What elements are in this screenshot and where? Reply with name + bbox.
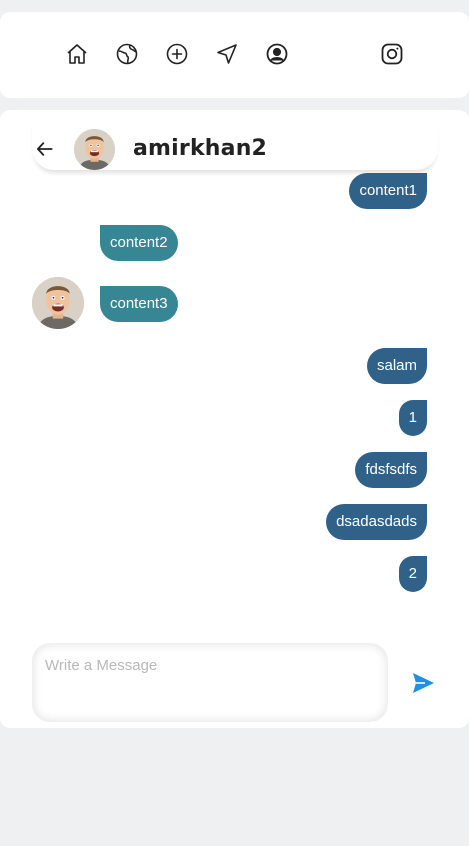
message-bubble-outgoing: fdsfsdfs <box>355 452 427 488</box>
home-icon[interactable] <box>64 41 90 67</box>
user-circle-icon[interactable] <box>264 41 290 67</box>
message-composer <box>32 643 388 722</box>
message-bubble-outgoing: dsadasdads <box>326 504 427 540</box>
back-arrow-icon[interactable] <box>34 138 56 160</box>
plus-circle-icon[interactable] <box>164 41 190 67</box>
message-bubble-incoming: content2 <box>100 225 178 261</box>
instagram-icon[interactable] <box>379 41 405 67</box>
send-icon[interactable] <box>410 672 436 694</box>
navigation-icon[interactable] <box>214 41 240 67</box>
avatar[interactable] <box>74 129 115 170</box>
message-bubble-outgoing: content1 <box>349 173 427 209</box>
message-bubble-outgoing: 2 <box>398 556 427 592</box>
message-input[interactable] <box>33 644 387 721</box>
chat-header: amirkhan2 <box>32 120 438 170</box>
chat-panel: amirkhan2 content1 content2 content3 sal… <box>0 110 469 728</box>
globe-icon[interactable] <box>114 41 140 67</box>
message-bubble-outgoing: 1 <box>398 400 427 436</box>
top-navigation-bar <box>0 12 469 98</box>
chat-username[interactable]: amirkhan2 <box>133 136 267 161</box>
avatar[interactable] <box>32 277 84 329</box>
message-bubble-outgoing: salam <box>366 348 427 384</box>
message-bubble-incoming: content3 <box>100 286 178 322</box>
